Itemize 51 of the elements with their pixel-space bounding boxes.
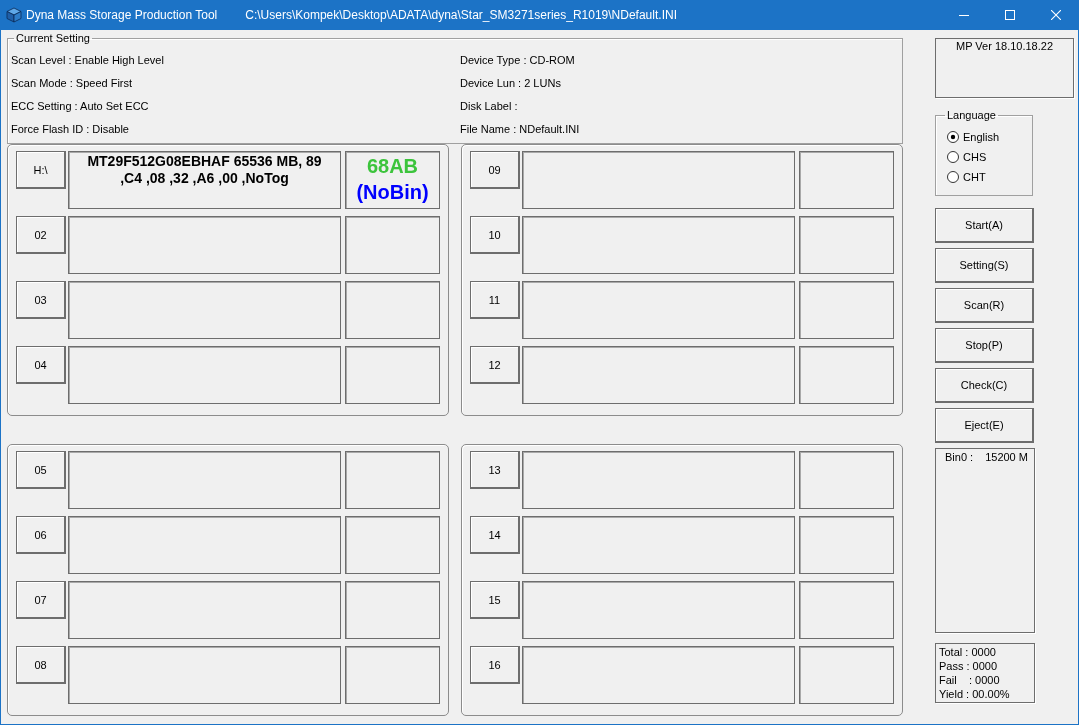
window-title: Dyna Mass Storage Production Tool (26, 8, 218, 22)
port-button[interactable]: 08 (16, 646, 66, 684)
port-button[interactable]: 05 (16, 451, 66, 489)
setting-text: Scan Mode : Speed First (11, 76, 133, 91)
language-radio[interactable]: CHS (942, 147, 1029, 167)
stats-text: Fail : 0000 (939, 673, 1000, 687)
version-text: MP Ver 18.10.18.22 (955, 40, 1053, 52)
command-button[interactable]: Start(A) (935, 208, 1034, 243)
port-button[interactable]: 06 (16, 516, 66, 554)
command-button[interactable]: Check(C) (935, 368, 1034, 403)
setting-text: Disk Label : (460, 99, 518, 114)
minimize-icon (959, 14, 969, 16)
stats-text: Total : 0000 (939, 645, 996, 659)
port-button[interactable]: 13 (470, 451, 520, 489)
maximize-icon (1005, 10, 1015, 20)
group-title: Current Setting (15, 32, 91, 45)
command-button[interactable]: Eject(E) (935, 408, 1034, 443)
bin-value: 15200 M (985, 451, 1028, 464)
status-text: 68AB (366, 154, 419, 179)
port-button[interactable]: 16 (470, 646, 520, 684)
port-button[interactable]: 04 (16, 346, 66, 384)
language-radio[interactable]: English (942, 127, 1029, 147)
setting-text: ECC Setting : Auto Set ECC (11, 99, 149, 114)
bin-label: Bin0 : (945, 451, 974, 464)
port-button[interactable]: 07 (16, 581, 66, 619)
device-info-text: MT29F512G08EBHAF 65536 MB, 89 ,C4 ,08 ,32 ,A6 ,00 ,NoTog (87, 153, 322, 186)
group-title: Language (946, 109, 997, 122)
port-button[interactable]: H:\ (16, 151, 66, 189)
port-button[interactable]: 03 (16, 281, 66, 319)
port-button[interactable]: 14 (470, 516, 520, 554)
setting-text: Scan Level : Enable High Level (11, 53, 164, 68)
stats-text: Yield : 00.00% (939, 687, 1010, 701)
command-button[interactable]: Stop(P) (935, 328, 1034, 363)
port-button[interactable]: 12 (470, 346, 520, 384)
command-button[interactable]: Scan(R) (935, 288, 1034, 323)
setting-text: Force Flash ID : Disable (11, 122, 129, 137)
cube-icon (6, 7, 22, 23)
stats-text: Pass : 0000 (939, 659, 998, 673)
port-button[interactable]: 11 (470, 281, 520, 319)
port-button[interactable]: 09 (470, 151, 520, 189)
setting-text: File Name : NDefault.INI (460, 122, 580, 137)
setting-text: Device Type : CD-ROM (460, 53, 575, 68)
port-button[interactable]: 02 (16, 216, 66, 254)
setting-text: Device Lun : 2 LUNs (460, 76, 561, 91)
port-button[interactable]: 15 (470, 581, 520, 619)
status-text: (NoBin) (356, 180, 429, 205)
language-radio[interactable]: CHT (942, 167, 1029, 187)
close-icon (1051, 10, 1061, 20)
file-path-text: C:\Users\Kompek\Desktop\ADATA\dyna\Star_SM3271series_R1019\NDefault.INI (245, 8, 677, 22)
port-button[interactable]: 10 (470, 216, 520, 254)
command-button[interactable]: Setting(S) (935, 248, 1034, 283)
